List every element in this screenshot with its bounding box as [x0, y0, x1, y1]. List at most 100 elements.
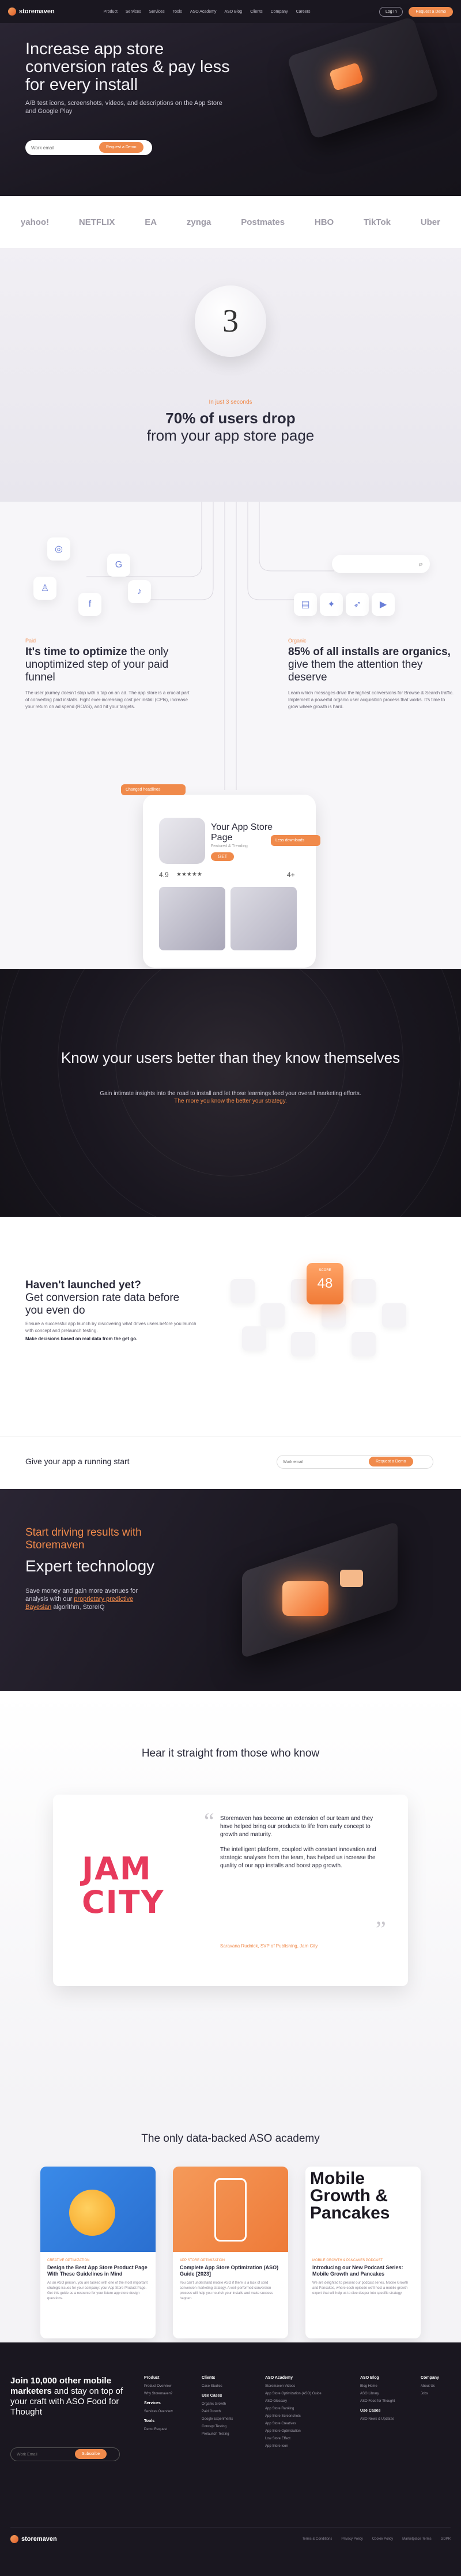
footer-brand-logo[interactable]: storemaven — [10, 2534, 57, 2543]
countdown-headline: 70% of users drop from your app store pa… — [0, 409, 461, 444]
score-value: 48 — [317, 1276, 333, 1291]
client-logo: yahoo! — [20, 217, 50, 227]
subscribe-button[interactable]: Subscribe — [75, 2449, 107, 2459]
running-start-bar: Give your app a running start Request a … — [0, 1436, 461, 1489]
footer-link[interactable]: About Us — [421, 2385, 455, 2388]
expert-body: Save money and gain more avenues for ana… — [25, 1587, 158, 1611]
headline-rest: from your app store page — [146, 427, 315, 444]
footer-link[interactable]: App Store Ranking — [265, 2407, 346, 2410]
footer-link[interactable]: Paid Growth — [202, 2410, 259, 2413]
footer-link[interactable]: App Store Screenshots — [265, 2415, 346, 2418]
nav-item[interactable]: Company — [271, 10, 288, 14]
card-category: APP STORE OPTIMIZATION — [180, 2259, 225, 2262]
client-logos: yahoo! NETFLIX EA zynga Postmates HBO Ti… — [0, 196, 461, 248]
nav-item[interactable]: Services — [126, 10, 141, 14]
legal-link[interactable]: Marketplace Terms — [402, 2537, 432, 2541]
footer-link[interactable]: Concept Testing — [202, 2425, 259, 2428]
card-category: MOBILE GROWTH & PANCAKES PODCAST — [312, 2259, 383, 2262]
running-demo-button[interactable]: Request a Demo — [369, 1457, 413, 1466]
footer-link[interactable]: Google Experiments — [202, 2417, 259, 2421]
nav-item[interactable]: Clients — [250, 10, 262, 14]
paid-organic-section: ◎ G ♙ ♪ f ⌕ ▤ ✦ ➶ ▶ Paid It's time to op… — [0, 502, 461, 969]
academy-title: The only data-backed ASO academy — [141, 2133, 320, 2145]
tooltip-less-downloads: Less downloads — [271, 835, 320, 846]
nav-item[interactable]: Tools — [173, 10, 182, 14]
launch-title-rest: Get conversion rate data before you even… — [25, 1292, 180, 1317]
testimonial-author: Saravana Rudnick, SVP of Publishing, Jam… — [220, 1943, 318, 1949]
legal-link[interactable]: Privacy Policy — [341, 2537, 362, 2541]
organic-column: Organic 85% of all installs are organics… — [288, 638, 455, 710]
podcast-cover-text: Mobile Growth & Pancakes — [310, 2169, 390, 2222]
hero-demo-button[interactable]: Request a Demo — [99, 142, 143, 153]
footer-link[interactable]: ASO Glossary — [265, 2400, 346, 2403]
app-icon — [159, 818, 205, 864]
request-demo-button[interactable]: Request a Demo — [409, 6, 453, 17]
footer-link[interactable]: Why Storemaven? — [144, 2392, 202, 2396]
concept-tile — [291, 1332, 315, 1356]
footer-link[interactable]: Demo Request — [144, 2428, 202, 2431]
logo-line: JAM — [82, 1851, 152, 1887]
rocket-icon: ➶ — [346, 593, 369, 616]
footer-link[interactable]: Storemaven Videos — [265, 2385, 346, 2388]
legal-links: Terms & Conditions Privacy Policy Cookie… — [302, 2537, 451, 2541]
login-button[interactable]: Log In — [379, 6, 403, 17]
tooltip-changed-headlines: Changed headlines — [121, 784, 186, 795]
footer-link[interactable]: Services Overview — [144, 2410, 202, 2413]
footer-column-heading: Company — [421, 2376, 439, 2380]
nav-item[interactable]: Product — [104, 10, 118, 14]
footer-link[interactable]: ASO Library — [360, 2392, 418, 2396]
countdown-circle: 3 — [195, 285, 266, 357]
footer-link[interactable]: Organic Growth — [202, 2402, 259, 2406]
footer-link[interactable]: App Store Creatives — [265, 2422, 346, 2425]
paid-body: The user journey doesn't stop with a tap… — [25, 690, 190, 709]
concept-tile — [352, 1279, 376, 1303]
screenshot-thumbnail — [159, 887, 225, 950]
card-description: As an ASO person, you are tasked with on… — [47, 2281, 148, 2300]
search-icon: ⌕ — [418, 559, 423, 568]
academy-card[interactable]: Mobile Growth & Pancakes MOBILE GROWTH &… — [305, 2167, 421, 2338]
footer-column: ASO Academy Storemaven Videos App Store … — [265, 2376, 346, 2452]
organic-title: 85% of all installs are organics, give t… — [288, 646, 455, 684]
client-logo: Uber — [420, 217, 440, 227]
footer-link[interactable]: Blog Home — [360, 2385, 418, 2388]
academy-card[interactable]: CREATIVE OPTIMIZATION Design the Best Ap… — [40, 2167, 156, 2338]
know-users-section: Know your users better than they know th… — [0, 969, 461, 1217]
logo-icon — [10, 2534, 18, 2543]
instagram-icon: ◎ — [47, 537, 70, 561]
footer-link[interactable]: Low Store Effect — [265, 2437, 346, 2440]
search-bar[interactable]: ⌕ — [332, 555, 430, 573]
launch-title: Haven't launched yet? Get conversion rate… — [25, 1279, 187, 1317]
footer-link[interactable]: Product Overview — [144, 2385, 202, 2388]
paid-tag: Paid — [25, 638, 36, 644]
facebook-icon: f — [78, 593, 101, 616]
running-start-title: Give your app a running start — [25, 1457, 130, 1466]
footer-link[interactable]: Jobs — [421, 2392, 455, 2396]
expert-title: Expert technology — [25, 1557, 155, 1575]
nav-item[interactable]: ASO Academy — [190, 10, 217, 14]
organic-title-bold: 85% of all installs are organics, — [288, 646, 451, 658]
nav-item[interactable]: Careers — [296, 10, 311, 14]
footer-link[interactable]: App Store Icon — [265, 2445, 346, 2448]
organic-title-rest: give them the attention they deserve — [288, 659, 423, 683]
organic-body: Learn which messages drive the highest c… — [288, 690, 454, 709]
logo-icon — [8, 7, 16, 16]
tiktok-icon: ♪ — [128, 580, 151, 603]
legal-link[interactable]: Terms & Conditions — [302, 2537, 332, 2541]
legal-link[interactable]: Cookie Policy — [372, 2537, 393, 2541]
footer-link[interactable]: ASO Food for Thought — [360, 2400, 418, 2403]
legal-link[interactable]: GDPR — [441, 2537, 451, 2541]
academy-card[interactable]: APP STORE OPTIMIZATION Complete App Stor… — [173, 2167, 288, 2338]
footer-link[interactable]: App Store Optimization (ASO) Guide — [265, 2392, 346, 2396]
nav-item[interactable]: ASO Blog — [224, 10, 242, 14]
brand-logo[interactable]: storemaven — [8, 7, 55, 16]
footer-link[interactable]: Prelaunch Testing — [202, 2432, 259, 2436]
footer-link[interactable]: ASO News & Updates — [360, 2417, 418, 2421]
footer-link[interactable]: App Store Optimization — [265, 2430, 346, 2433]
close-quote-icon: ” — [376, 1916, 386, 1942]
footer: Join 10,000 other mobile marketers and s… — [0, 2342, 461, 2576]
nav-item[interactable]: Services — [149, 10, 165, 14]
client-logo: NETFLIX — [78, 217, 115, 227]
footer-link[interactable]: Case Studies — [202, 2385, 259, 2388]
countdown-section: 3 In just 3 seconds 70% of users drop fr… — [0, 248, 461, 502]
get-button[interactable]: GET — [211, 852, 235, 861]
